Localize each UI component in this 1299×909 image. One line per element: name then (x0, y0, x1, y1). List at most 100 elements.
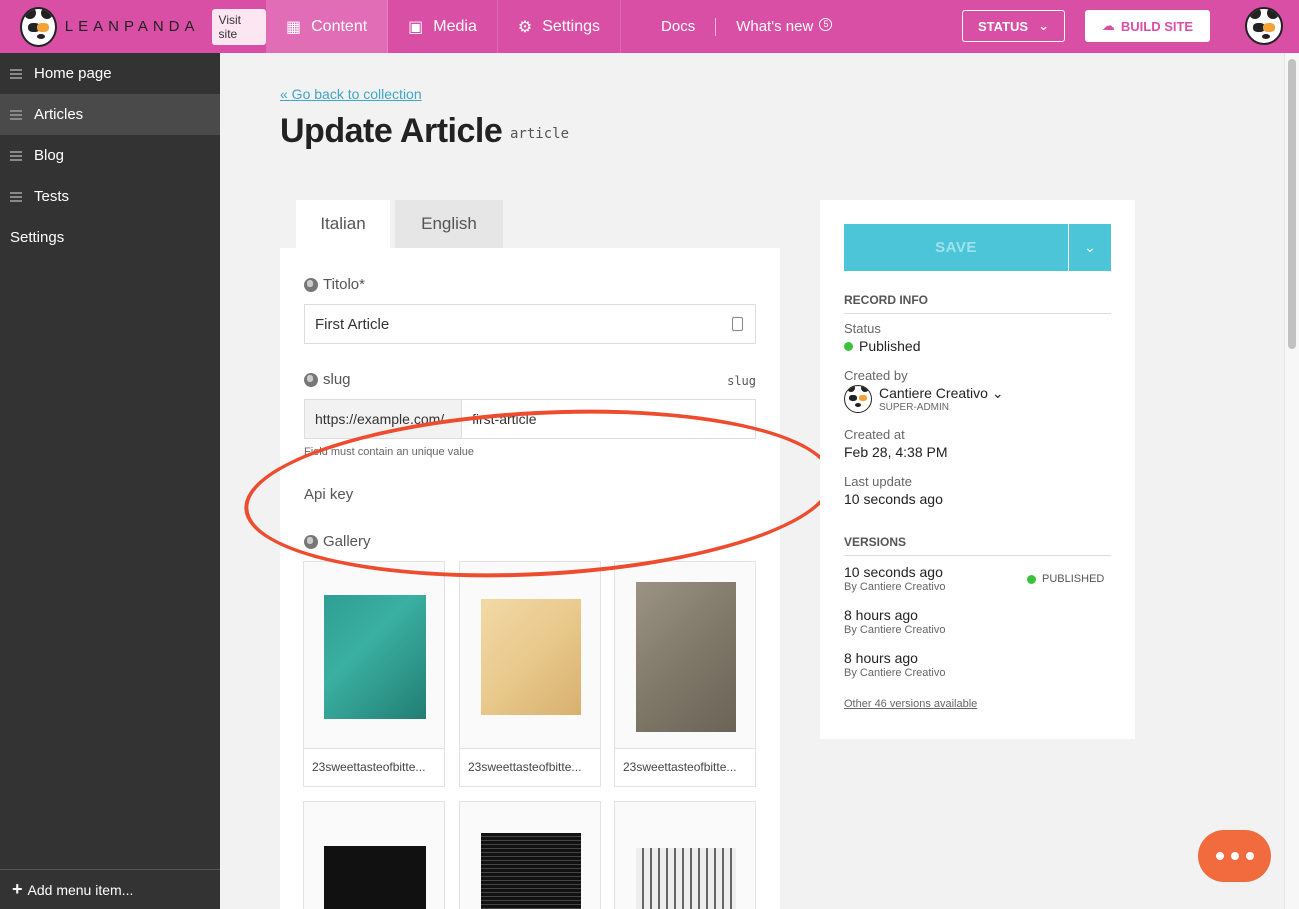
created-by-label: Created by (844, 368, 908, 383)
nav-content-label: Content (311, 17, 368, 35)
creator-name-text: Cantiere Creativo (879, 385, 988, 401)
titolo-label-text: Titolo* (323, 276, 365, 293)
created-at-value: Feb 28, 4:38 PM (844, 444, 948, 460)
build-site-button[interactable]: ☁ BUILD SITE (1085, 10, 1210, 42)
gear-icon: ⚙ (517, 18, 533, 36)
chevron-down-icon: ⌄ (991, 385, 1004, 401)
sidebar-item-blog[interactable]: Blog (0, 135, 220, 176)
gallery-item[interactable] (614, 801, 756, 909)
titolo-value: First Article (315, 315, 390, 333)
chevron-down-icon: ⌄ (1038, 18, 1049, 33)
image-icon: ▣ (408, 18, 424, 36)
creator-avatar (844, 385, 872, 413)
sidebar-item-label: Settings (10, 229, 65, 246)
tab-english[interactable]: English (395, 200, 503, 248)
record-panel: SAVE ⌄ RECORD INFO Status Published Crea… (820, 200, 1135, 739)
visit-site-button[interactable]: Visit site (211, 8, 266, 45)
menu-lines-icon (10, 191, 22, 202)
gallery-label: Gallery (304, 533, 371, 550)
nav-links: Docs What's new 5 (621, 0, 833, 53)
creator[interactable]: Cantiere Creativo ⌄ SUPER-ADMIN (844, 385, 1004, 413)
record-info-heading: RECORD INFO (844, 293, 1111, 314)
page-title: Update Article (280, 112, 503, 150)
sidebar-item-label: Articles (34, 106, 84, 123)
nav-settings-label: Settings (542, 17, 601, 35)
plus-icon: + (12, 879, 23, 899)
published-dot-icon (844, 342, 853, 351)
menu-lines-icon (10, 150, 22, 161)
sidebar-item-articles[interactable]: Articles (0, 94, 220, 135)
gallery-item[interactable]: 23sweettasteofbitte... (459, 561, 601, 787)
globe-icon (304, 534, 318, 549)
add-menu-item-button[interactable]: + Add menu item... (0, 869, 220, 909)
slug-api-key: slug (727, 374, 756, 388)
version-time[interactable]: 8 hours ago (844, 607, 918, 623)
status-value: Published (844, 338, 921, 354)
status-label: STATUS (978, 18, 1029, 34)
gallery-image (636, 848, 736, 909)
panda-logo-icon[interactable] (20, 6, 57, 47)
other-versions-link[interactable]: Other 46 versions available (844, 698, 977, 710)
save-button[interactable]: SAVE (844, 224, 1068, 271)
whats-new-link[interactable]: What's new 5 (736, 18, 833, 35)
field-info-icon[interactable] (732, 317, 743, 331)
gallery-caption: 23sweettasteofbitte... (615, 748, 755, 786)
add-menu-item-label: Add menu item... (27, 881, 134, 898)
panda-avatar-icon (1245, 7, 1283, 45)
gallery-image (481, 599, 581, 715)
gallery-caption: 23sweettasteofbitte... (304, 748, 444, 786)
docs-link[interactable]: Docs (661, 18, 695, 35)
creator-role: SUPER-ADMIN (879, 402, 950, 413)
nav-divider (715, 17, 717, 36)
sidebar-item-settings[interactable]: Settings (0, 217, 220, 258)
sidebar-item-tests[interactable]: Tests (0, 176, 220, 217)
whats-new-badge: 5 (819, 18, 833, 31)
last-update-label: Last update (844, 474, 912, 489)
back-to-collection-link[interactable]: « Go back to collection (280, 86, 422, 102)
gallery-item[interactable]: 23sweettasteofbitte... (303, 561, 445, 787)
nav-media[interactable]: ▣ Media (388, 0, 498, 53)
sidebar-item-label: Home page (34, 65, 112, 82)
menu-lines-icon (10, 109, 22, 120)
gallery-item[interactable] (303, 801, 445, 909)
gallery-label-text: Gallery (323, 533, 371, 550)
sidebar-item-home-page[interactable]: Home page (0, 53, 220, 94)
sidebar: Home page Articles Blog Tests Settings +… (0, 53, 220, 909)
grid-icon: ▦ (286, 18, 302, 36)
chat-dot-icon (1230, 852, 1239, 860)
brand: LEANPANDA Visit site (0, 0, 266, 53)
chat-widget-button[interactable] (1198, 830, 1271, 882)
model-api-key: article (510, 126, 570, 142)
status-label: Status (844, 321, 881, 336)
titolo-input[interactable]: First Article (304, 304, 756, 344)
globe-icon (304, 372, 318, 387)
sidebar-item-label: Tests (34, 188, 70, 205)
build-site-label: BUILD SITE (1120, 18, 1194, 34)
version-time[interactable]: 8 hours ago (844, 650, 918, 666)
slug-input[interactable]: first-article (461, 399, 756, 439)
page-scrollbar[interactable] (1284, 53, 1299, 909)
save-options-button[interactable]: ⌄ (1069, 224, 1111, 271)
gallery-image (636, 582, 736, 732)
status-dropdown[interactable]: STATUS ⌄ (962, 10, 1065, 42)
scrollbar-thumb[interactable] (1288, 59, 1296, 349)
globe-icon (304, 277, 318, 292)
version-time[interactable]: 10 seconds ago (844, 564, 943, 580)
status-value-text: Published (859, 338, 921, 354)
nav-content[interactable]: ▦ Content (266, 0, 389, 53)
menu-lines-icon (10, 68, 22, 79)
titolo-label: Titolo* (304, 276, 365, 293)
gallery-item[interactable]: 23sweettasteofbitte... (614, 561, 756, 787)
chat-dot-icon (1215, 852, 1224, 860)
form-card: Titolo* First Article slug slug https://… (280, 248, 780, 909)
brand-wordmark: LEANPANDA (64, 18, 200, 35)
gallery-item[interactable] (459, 801, 601, 909)
published-badge: PUBLISHED (1027, 573, 1104, 585)
gallery-image (324, 595, 426, 719)
slug-label: slug (304, 371, 351, 388)
created-at-label: Created at (844, 427, 905, 442)
last-update-value: 10 seconds ago (844, 491, 943, 507)
tab-italian[interactable]: Italian (296, 200, 390, 248)
user-avatar[interactable] (1245, 7, 1283, 45)
nav-settings[interactable]: ⚙ Settings (498, 0, 622, 53)
